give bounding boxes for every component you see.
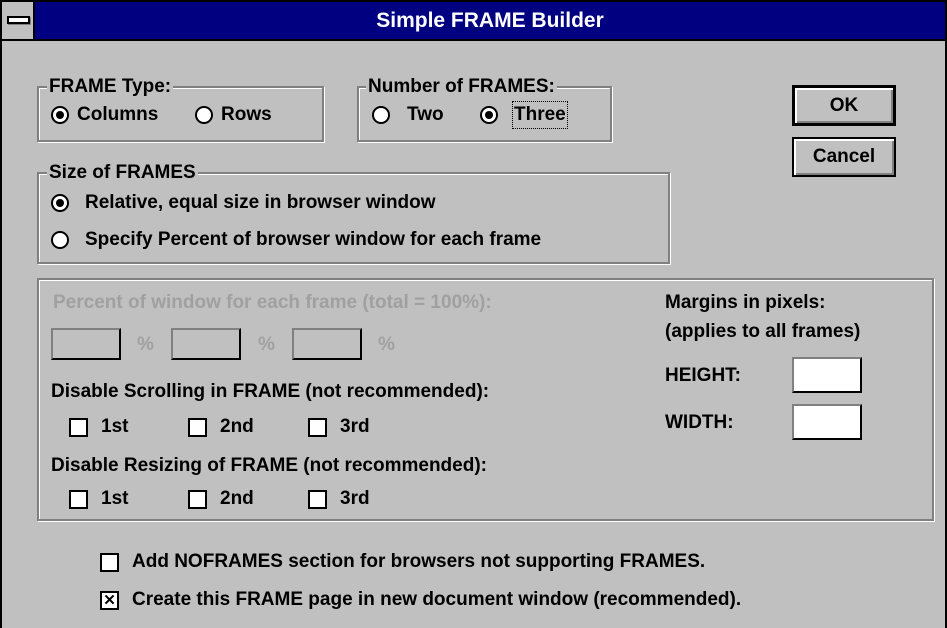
window-title: Simple FRAME Builder: [376, 9, 604, 32]
percent-label: Percent of window for each frame (total …: [53, 292, 492, 313]
percent-unit-2: %: [258, 334, 275, 355]
radio-rows-label[interactable]: Rows: [221, 103, 272, 127]
resizing-2nd-checkbox[interactable]: [188, 490, 207, 509]
radio-specify-percent[interactable]: [51, 231, 69, 249]
radio-two-label[interactable]: Two: [407, 103, 444, 127]
scrolling-2nd-checkbox[interactable]: [188, 418, 207, 437]
radio-selected-dot: [56, 199, 64, 207]
width-label: WIDTH:: [665, 412, 734, 433]
title-bar[interactable]: Simple FRAME Builder: [2, 2, 945, 41]
cancel-button[interactable]: Cancel: [792, 137, 896, 177]
number-of-frames-legend: Number of FRAMES:: [366, 76, 557, 98]
radio-three[interactable]: [480, 106, 498, 124]
ok-button[interactable]: OK: [792, 85, 896, 126]
radio-columns[interactable]: [51, 106, 69, 124]
disable-resizing-label: Disable Resizing of FRAME (not recommend…: [51, 455, 487, 476]
resizing-3rd-checkbox[interactable]: [308, 490, 327, 509]
percent-field-3: [292, 328, 362, 360]
scrolling-1st-label[interactable]: 1st: [101, 415, 128, 439]
noframes-label[interactable]: Add NOFRAMES section for browsers not su…: [132, 550, 705, 574]
resizing-1st-checkbox[interactable]: [69, 490, 88, 509]
radio-rows[interactable]: [195, 106, 213, 124]
margin-height-input[interactable]: [792, 357, 862, 393]
radio-selected-dot: [485, 111, 493, 119]
checkbox-checkmark: ✕: [103, 592, 116, 609]
resizing-3rd-label[interactable]: 3rd: [340, 487, 370, 511]
radio-columns-label[interactable]: Columns: [77, 103, 158, 127]
height-label: HEIGHT:: [665, 365, 741, 386]
radio-relative-size[interactable]: [51, 194, 69, 212]
scrolling-1st-checkbox[interactable]: [69, 418, 88, 437]
dialog-window: Simple FRAME Builder FRAME Type: Columns…: [0, 0, 947, 628]
system-menu-button[interactable]: [2, 2, 35, 39]
scrolling-3rd-label[interactable]: 3rd: [340, 415, 370, 439]
margin-width-input[interactable]: [792, 404, 862, 440]
radio-two[interactable]: [372, 106, 390, 124]
new-window-label[interactable]: Create this FRAME page in new document w…: [132, 588, 741, 612]
margins-label-line2: (applies to all frames): [665, 321, 861, 342]
new-window-checkbox[interactable]: ✕: [100, 591, 119, 610]
percent-field-1: [51, 328, 121, 360]
percent-unit-1: %: [137, 334, 154, 355]
radio-specify-percent-label[interactable]: Specify Percent of browser window for ea…: [85, 228, 541, 252]
size-of-frames-legend: Size of FRAMES: [47, 162, 198, 184]
margins-label-line1: Margins in pixels:: [665, 292, 826, 313]
disable-scrolling-label: Disable Scrolling in FRAME (not recommen…: [51, 381, 490, 402]
resizing-1st-label[interactable]: 1st: [101, 487, 128, 511]
resizing-2nd-label[interactable]: 2nd: [220, 487, 254, 511]
scrolling-3rd-checkbox[interactable]: [308, 418, 327, 437]
radio-relative-size-label[interactable]: Relative, equal size in browser window: [85, 191, 436, 215]
noframes-checkbox[interactable]: [100, 553, 119, 572]
scrolling-2nd-label[interactable]: 2nd: [220, 415, 254, 439]
radio-selected-dot: [56, 111, 64, 119]
radio-three-label[interactable]: Three: [512, 101, 568, 129]
frame-type-legend: FRAME Type:: [47, 76, 174, 98]
percent-unit-3: %: [378, 334, 395, 355]
percent-field-2: [171, 328, 241, 360]
system-menu-icon: [7, 16, 30, 24]
